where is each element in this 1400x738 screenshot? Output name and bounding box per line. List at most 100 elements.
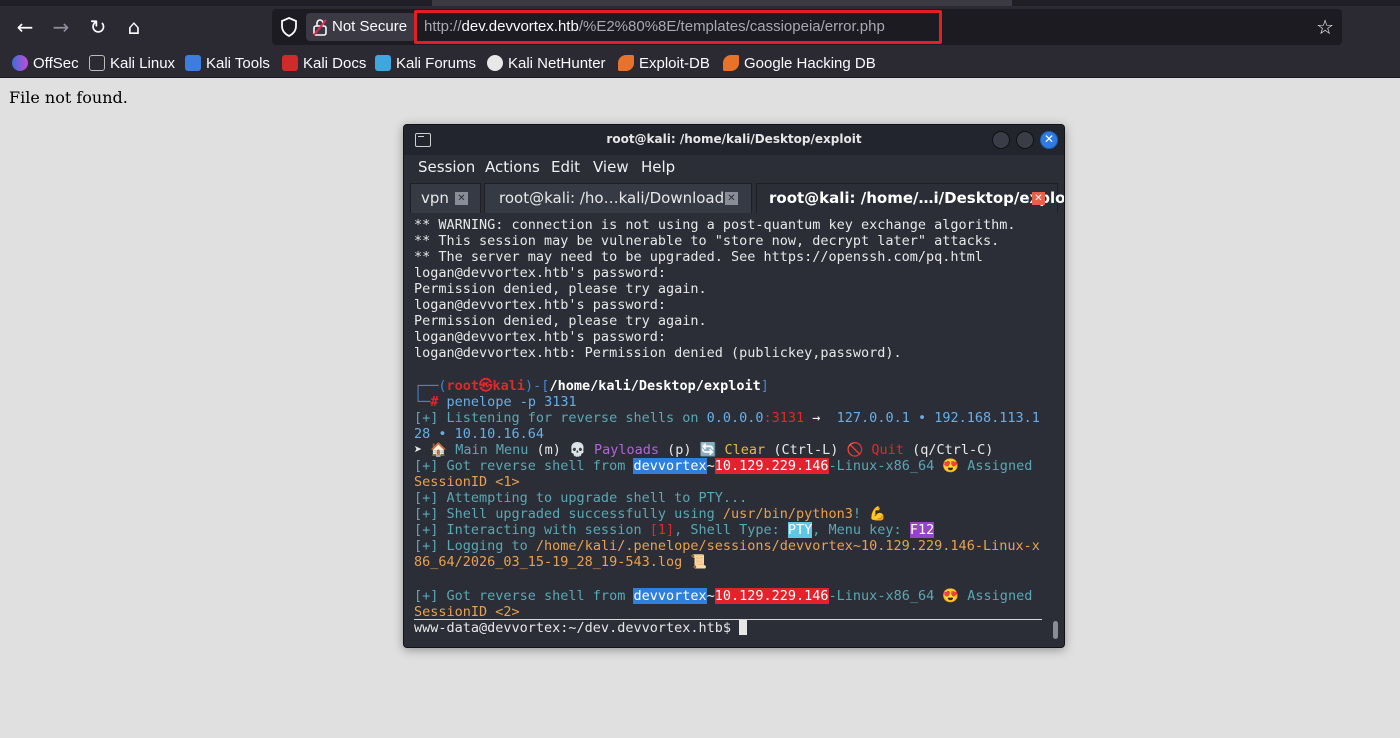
output-line: Permission denied, please try again.: [414, 313, 707, 329]
bookmark-kali-docs[interactable]: Kali Docs: [282, 52, 366, 74]
prompt-path: /home/kali/Desktop/exploit: [549, 378, 761, 394]
payloads-label: Payloads: [585, 442, 659, 458]
bookmark-kali-tools[interactable]: Kali Tools: [185, 52, 270, 74]
quit-key: (q/Ctrl-C): [903, 442, 994, 458]
bookmarks-toolbar: OffSec Kali Linux Kali Tools Kali Docs K…: [0, 48, 1400, 78]
bookmark-kali-linux[interactable]: Kali Linux: [89, 52, 175, 74]
interacting-line: [+] Interacting with session [1], Shell …: [414, 522, 935, 538]
bookmark-star-icon[interactable]: ☆: [1316, 15, 1334, 39]
smile-emoji-icon: 😍: [942, 458, 960, 474]
browser-navbar: ← → ↻ ⌂ Not Secure http://dev.devvortex.…: [0, 6, 1400, 48]
kali-forums-icon: [375, 55, 391, 71]
terminal-output[interactable]: ** WARNING: connection is not using a po…: [404, 213, 1064, 647]
ghdb-icon: [723, 55, 739, 71]
prohibited-emoji-icon: 🚫: [846, 442, 864, 458]
menu-key: F12: [909, 522, 935, 538]
payloads-key: (p): [658, 442, 700, 458]
bind-port: :3131: [763, 410, 805, 426]
menu-help[interactable]: Help: [641, 158, 675, 176]
terminal-menubar: Session Actions Edit View Help: [404, 155, 1064, 181]
menu-edit[interactable]: Edit: [551, 158, 580, 176]
not-secure-label: Not Secure: [332, 18, 408, 35]
skull-emoji-icon: 💀: [569, 442, 586, 458]
url-path: /%E2%80%8E/templates/cassiopeia/error.ph…: [578, 18, 885, 35]
url-bar[interactable]: Not Secure http://dev.devvortex.htb/%E2%…: [272, 9, 1342, 45]
bookmark-kali-nethunter[interactable]: Kali NetHunter: [487, 52, 606, 74]
reverse-shell-line-1: [+] Got reverse shell from devvortex~10.…: [414, 458, 1032, 474]
bookmark-label: Kali NetHunter: [508, 54, 606, 72]
quit-label: Quit: [863, 442, 904, 458]
tab-close-icon[interactable]: ✕: [455, 192, 468, 205]
menu-view[interactable]: View: [593, 158, 629, 176]
output-line: logan@devvortex.htb's password:: [414, 297, 666, 313]
terminal-tabbar: vpn ✕ root@kali: /ho…kali/Downloads ✕ root…: [404, 181, 1064, 213]
reload-icon[interactable]: ↻: [84, 14, 112, 40]
separator-line: [414, 619, 1042, 620]
terminal-titlebar[interactable]: root@kali: /home/kali/Desktop/exploit ✕: [404, 125, 1064, 155]
not-secure-indicator[interactable]: Not Secure: [306, 13, 416, 41]
prompt-corner: └─: [414, 394, 431, 410]
command-line: └─# penelope -p 3131: [414, 394, 577, 410]
bookmark-label: Exploit-DB: [639, 54, 710, 72]
output-line: logan@devvortex.htb: Permission denied (…: [414, 345, 902, 361]
close-button[interactable]: ✕: [1040, 131, 1058, 149]
shell-tilde: ~: [706, 458, 715, 474]
log-path-cont: 86_64/2026_03_15-19_28_19-543.log: [414, 554, 683, 570]
back-icon[interactable]: ←: [11, 14, 39, 40]
maximize-button[interactable]: [1016, 131, 1034, 149]
tab-vpn[interactable]: vpn ✕: [410, 183, 481, 213]
forward-icon[interactable]: →: [47, 14, 75, 40]
output-line: ** WARNING: connection is not using a po…: [414, 217, 1016, 233]
tab-close-icon[interactable]: ✕: [725, 192, 738, 205]
bookmark-offsec[interactable]: OffSec: [12, 52, 79, 74]
bookmark-google-hacking-db[interactable]: Google Hacking DB: [723, 52, 876, 74]
output-line: logan@devvortex.htb's password:: [414, 329, 666, 345]
session-number: [1]: [649, 522, 675, 538]
interacting-prefix: [+] Interacting with session: [414, 522, 650, 538]
prompt-line: ┌──(root㉿kali)-[/home/kali/Desktop/explo…: [414, 378, 769, 394]
terminal-scrollbar[interactable]: [1053, 621, 1058, 639]
session-id-1: SessionID <1>: [414, 474, 520, 490]
home-icon[interactable]: ⌂: [120, 14, 148, 40]
upgraded-suffix: ! 💪: [852, 506, 886, 522]
url-text[interactable]: http://dev.devvortex.htb/%E2%80%8E/templ…: [424, 15, 885, 39]
logging-line-cont: 86_64/2026_03_15-19_28_19-543.log 📜: [414, 554, 707, 570]
shell-prefix: [+] Got reverse shell from: [414, 458, 634, 474]
tab-downloads[interactable]: root@kali: /ho…kali/Downloads ✕: [484, 183, 752, 213]
offsec-icon: [12, 55, 28, 71]
home-emoji-icon: 🏠: [430, 442, 448, 458]
tab-label: vpn: [421, 189, 449, 207]
bookmark-label: Google Hacking DB: [744, 54, 876, 72]
prompt-hash: #: [430, 394, 439, 410]
python-path: /usr/bin/python3: [722, 506, 853, 522]
command-text: penelope -p 3131: [446, 394, 577, 410]
file-not-found-message: File not found.: [9, 88, 128, 107]
assigned-label: Assigned: [959, 458, 1033, 474]
menu-session[interactable]: Session: [418, 158, 475, 176]
terminal-window[interactable]: root@kali: /home/kali/Desktop/exploit ✕ …: [403, 124, 1065, 648]
bookmark-exploit-db[interactable]: Exploit-DB: [618, 52, 710, 74]
bookmark-kali-forums[interactable]: Kali Forums: [375, 52, 476, 74]
listening-line: [+] Listening for reverse shells on 0.0.…: [414, 410, 1040, 426]
main-menu-key: (m): [528, 442, 569, 458]
bookmark-label: Kali Tools: [206, 54, 270, 72]
scroll-emoji-icon: 📜: [682, 554, 708, 570]
listening-line-cont: 28 • 10.10.16.64: [414, 426, 545, 442]
exploit-db-icon: [618, 55, 634, 71]
minimize-button[interactable]: [992, 131, 1010, 149]
tab-label: root@kali: /home/…i/Desktop/exploit: [769, 189, 1065, 207]
tab-label: root@kali: /ho…kali/Downloads: [499, 189, 732, 207]
shell-os: -Linux-x86_64: [828, 458, 935, 474]
shell-type: PTY: [787, 522, 813, 538]
log-path: /home/kali/.penelope/sessions/devvortex~…: [535, 538, 1040, 554]
url-scheme: http://: [424, 18, 462, 35]
menu-actions[interactable]: Actions: [485, 158, 540, 176]
refresh-emoji-icon: 🔄: [699, 442, 717, 458]
tab-close-icon[interactable]: ✕: [1032, 192, 1045, 205]
clear-label: Clear: [716, 442, 766, 458]
url-host: dev.devvortex.htb: [461, 18, 579, 35]
tracking-protection-shield-icon[interactable]: [280, 17, 298, 37]
bookmark-label: OffSec: [33, 54, 79, 72]
tab-exploit[interactable]: root@kali: /home/…i/Desktop/exploit ✕: [756, 183, 1064, 213]
shell-host: devvortex: [633, 458, 707, 474]
